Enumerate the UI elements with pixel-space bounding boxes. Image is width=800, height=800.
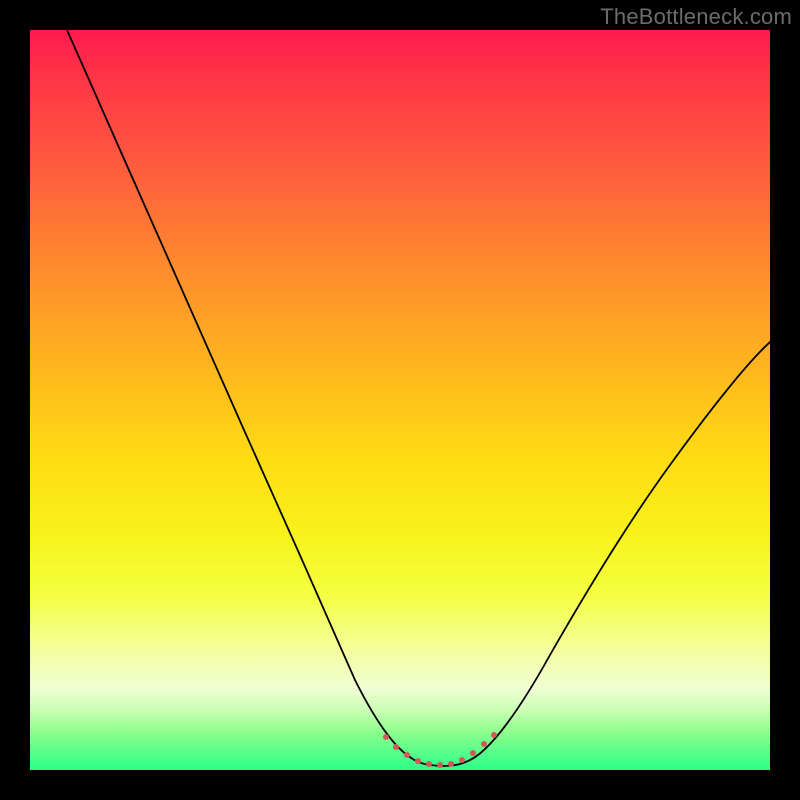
- chart-frame: TheBottleneck.com: [0, 0, 800, 800]
- watermark-text: TheBottleneck.com: [600, 4, 792, 30]
- plot-area: [30, 30, 770, 770]
- chart-svg: [30, 30, 770, 770]
- bottleneck-curve: [67, 30, 770, 766]
